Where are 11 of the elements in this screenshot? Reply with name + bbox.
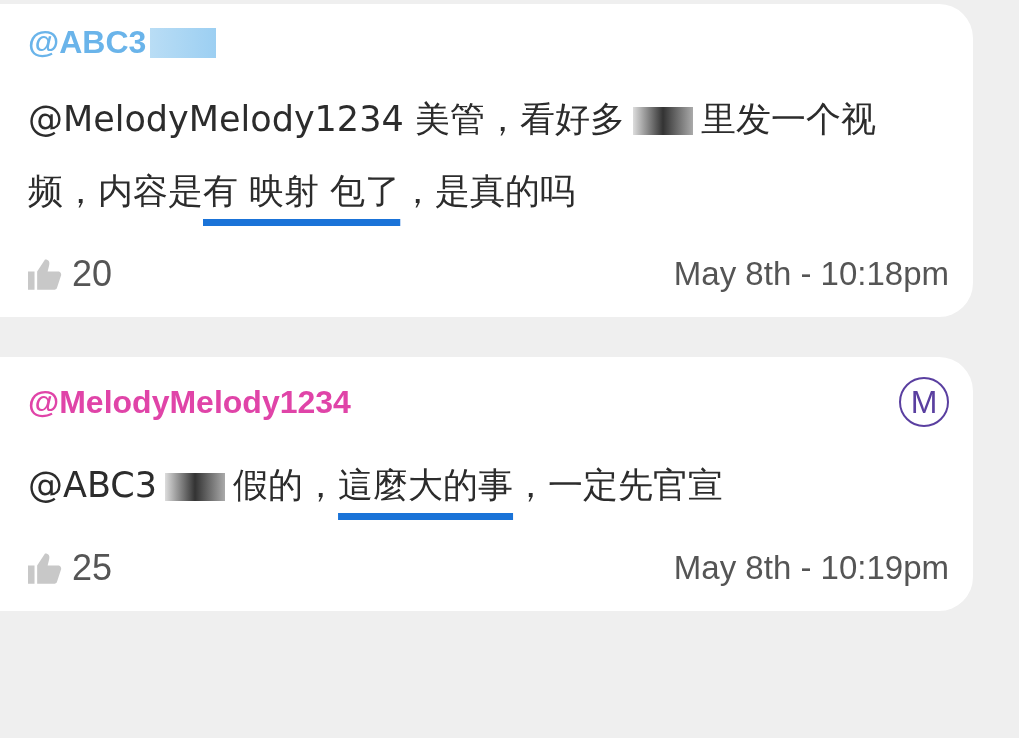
thumbs-up-icon[interactable] (28, 552, 62, 584)
comment-author[interactable]: @ABC3 (28, 24, 147, 61)
comment-text: @MelodyMelody1234 美管，看好多 里发一个视频，内容是有 映射 包了，是真的吗 (28, 98, 877, 213)
comment-time: May 8th - 10:18pm (673, 255, 949, 293)
comment-text: @ABC3 假的，這麼大的事，一定先官宣 (28, 464, 725, 507)
comment-time: May 8th - 10:19pm (673, 549, 949, 587)
like-count: 25 (72, 547, 113, 589)
thumbs-up-icon[interactable] (28, 258, 62, 290)
moderator-badge: M (899, 377, 949, 427)
like-count: 20 (72, 253, 113, 295)
comment-author[interactable]: @MelodyMelody1234 (28, 383, 351, 421)
